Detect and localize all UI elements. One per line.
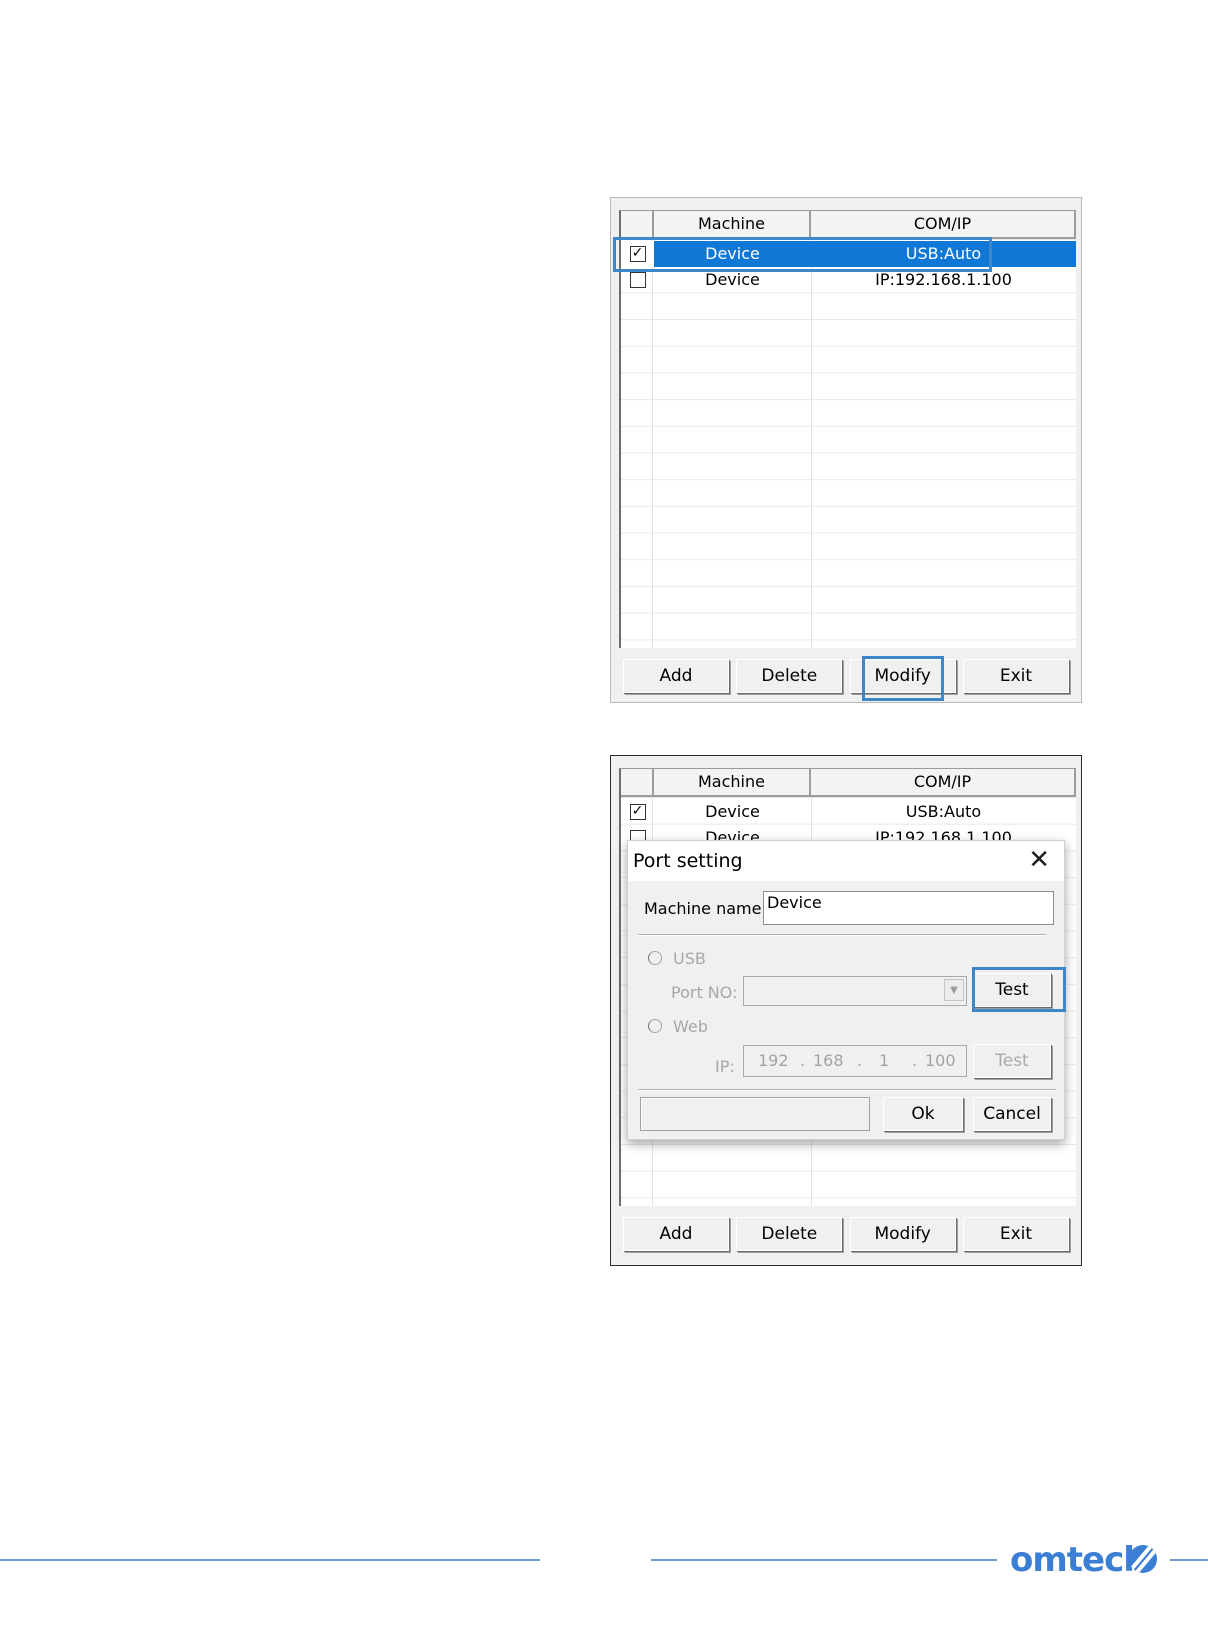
cancel-button[interactable]: Cancel [973, 1097, 1051, 1131]
ip-octet-1: 192 [758, 1051, 789, 1070]
machine-name-label: Machine name: [644, 899, 767, 918]
header-comip[interactable]: COM/IP [811, 769, 1076, 795]
ip-octet-4: 100 [925, 1051, 956, 1070]
table-row[interactable]: ✓ Device USB:Auto [621, 241, 1076, 267]
footer-rule-left [0, 1559, 540, 1561]
header-check [621, 769, 654, 795]
machine-cell: Device [705, 802, 760, 821]
port-setting-dialog: Port setting ✕ Machine name: Device USB … [627, 840, 1065, 1140]
button-bar: Add Delete Modify Exit [623, 659, 1069, 693]
port-no-select[interactable]: ▼ [743, 976, 967, 1006]
ip-label: IP: [715, 1057, 735, 1076]
exit-button[interactable]: Exit [962, 1217, 1069, 1251]
test-usb-button[interactable]: Test [973, 973, 1051, 1007]
exit-button[interactable]: Exit [962, 659, 1069, 693]
header-machine[interactable]: Machine [654, 769, 811, 795]
dialog-title: Port setting [628, 841, 1064, 881]
separator [638, 1089, 1056, 1091]
ip-octet-3: 1 [879, 1051, 890, 1070]
omtech-logo: omtech [1010, 1540, 1147, 1580]
omtech-logo-mark-icon [1129, 1545, 1157, 1573]
close-icon[interactable]: ✕ [1028, 847, 1050, 873]
button-bar: Add Delete Modify Exit [623, 1217, 1069, 1251]
comip-cell: USB:Auto [811, 241, 1076, 267]
machine-name-input[interactable]: Device [763, 891, 1054, 925]
comip-cell: USB:Auto [905, 802, 982, 821]
footer-rule-middle [651, 1559, 997, 1561]
ip-octet-2: 168 [813, 1051, 844, 1070]
add-button[interactable]: Add [623, 1217, 729, 1251]
ip-address-field[interactable]: 192 . 168 . 1 . 100 [743, 1045, 967, 1077]
machine-cell: Device [705, 270, 760, 289]
modify-button[interactable]: Modify [849, 1217, 956, 1251]
row-checkbox[interactable] [629, 272, 646, 288]
header-check [621, 211, 654, 237]
header-machine[interactable]: Machine [654, 211, 811, 237]
chevron-down-icon[interactable]: ▼ [944, 979, 964, 1001]
table-header: Machine COM/IP [621, 769, 1076, 797]
delete-button[interactable]: Delete [736, 1217, 843, 1251]
row-checkbox-checked[interactable]: ✓ [629, 804, 646, 820]
table-row[interactable]: ✓ Device USB:Auto [621, 799, 1076, 825]
table-row[interactable]: Device IP:192.168.1.100 [621, 267, 1076, 293]
machine-name-value: Device [767, 893, 822, 912]
port-no-label: Port NO: [671, 983, 738, 1002]
ok-button[interactable]: Ok [883, 1097, 963, 1131]
web-radio[interactable] [648, 1019, 662, 1033]
delete-button[interactable]: Delete [736, 659, 843, 693]
machine-cell: Device [654, 241, 811, 267]
test-web-button[interactable]: Test [973, 1044, 1051, 1078]
separator [638, 934, 1046, 936]
status-field [640, 1097, 870, 1131]
device-table: Machine COM/IP ✓ Device USB:Auto Device … [619, 210, 1076, 648]
web-label: Web [673, 1017, 708, 1036]
usb-label: USB [673, 949, 706, 968]
comip-cell: IP:192.168.1.100 [875, 270, 1012, 289]
header-comip[interactable]: COM/IP [811, 211, 1076, 237]
modify-button[interactable]: Modify [849, 659, 956, 693]
table-header: Machine COM/IP [621, 211, 1076, 239]
add-button[interactable]: Add [623, 659, 729, 693]
row-checkbox-checked[interactable]: ✓ [629, 246, 646, 262]
usb-radio[interactable] [648, 951, 662, 965]
footer-rule-right [1170, 1559, 1208, 1561]
device-list-panel: Machine COM/IP ✓ Device USB:Auto Device … [610, 197, 1082, 703]
table-gridlines [621, 239, 1076, 648]
